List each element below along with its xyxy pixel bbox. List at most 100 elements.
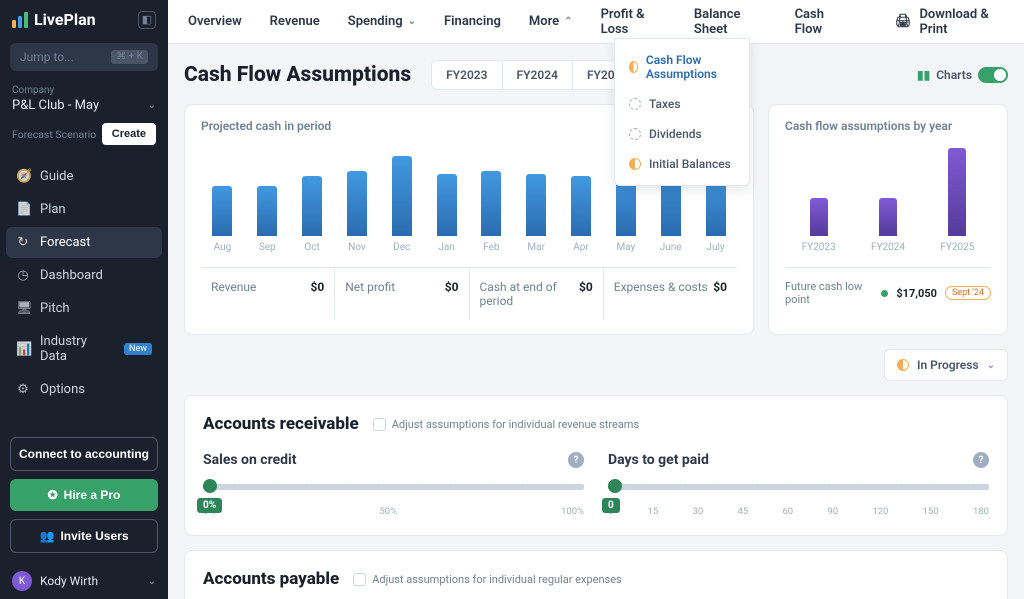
- scenario-row: Forecast Scenario Create: [0, 123, 168, 157]
- printer-icon: 🖨: [895, 14, 912, 29]
- half-circle-icon: [629, 158, 641, 170]
- user-menu[interactable]: K Kody Wirth ⌄: [0, 563, 168, 599]
- chart-label: FY2025: [940, 242, 974, 253]
- tab-spending[interactable]: Spending⌄: [344, 2, 420, 41]
- dd-dividends[interactable]: Dividends: [615, 119, 749, 149]
- slider-ticks: 01530456090120150180: [608, 506, 989, 517]
- half-circle-icon: [897, 359, 909, 371]
- slider-track[interactable]: 0: [608, 484, 989, 490]
- main: Overview Revenue Spending⌄ Financing Mor…: [168, 0, 1024, 599]
- nav-guide[interactable]: 🧭Guide: [6, 161, 162, 192]
- chart-bar: [347, 171, 367, 236]
- checkbox-icon: [373, 418, 386, 431]
- chevron-down-icon: ⌄: [408, 16, 416, 27]
- summary-net-profit: Net profit$0: [335, 268, 469, 320]
- slider-track[interactable]: 0%: [203, 484, 584, 490]
- chart-bar: [437, 174, 457, 236]
- plan-icon: 📄: [16, 202, 30, 217]
- tab-more[interactable]: More⌃: [525, 2, 577, 41]
- summary-expenses: Expenses & costs$0: [604, 268, 737, 320]
- charts-toggle[interactable]: ▮▮ Charts: [917, 67, 1008, 83]
- yearly-assumptions-chart: FY2023FY2024FY2025: [785, 143, 991, 253]
- nav-industry-data[interactable]: 📊Industry DataNew: [6, 326, 162, 372]
- connect-accounting-button[interactable]: Connect to accounting: [10, 437, 158, 471]
- slider-ticks: 0%50%100%: [203, 506, 584, 517]
- chart-label: Dec: [393, 242, 410, 253]
- chart-bar: [948, 148, 966, 236]
- page-title: Cash Flow Assumptions: [184, 63, 411, 87]
- hire-pro-button[interactable]: ✪Hire a Pro: [10, 479, 158, 511]
- nav-options[interactable]: ⚙Options: [6, 374, 162, 405]
- dd-taxes[interactable]: Taxes: [615, 89, 749, 119]
- chevron-down-icon: ⌄: [987, 360, 995, 371]
- year-tab-fy2023[interactable]: FY2023: [432, 61, 502, 89]
- year-tabs: FY2023 FY2024 FY2025: [431, 60, 643, 90]
- chart-bar: [392, 156, 412, 236]
- chevron-up-icon: ⌃: [564, 16, 572, 27]
- ap-individual-checkbox[interactable]: Adjust assumptions for individual regula…: [353, 573, 622, 586]
- checkbox-icon: [353, 573, 366, 586]
- star-icon: ✪: [48, 488, 58, 502]
- chart-label: May: [616, 242, 635, 253]
- tab-overview[interactable]: Overview: [184, 2, 246, 41]
- in-progress-button[interactable]: In Progress ⌄: [884, 349, 1008, 381]
- nav-dashboard[interactable]: ◷Dashboard: [6, 260, 162, 291]
- chart-label: Jan: [438, 242, 454, 253]
- yearly-assumptions-card: Cash flow assumptions by year FY2023FY20…: [768, 104, 1008, 335]
- help-icon[interactable]: ?: [973, 452, 989, 468]
- sliders-row: Sales on credit? 0% 0%50%100% Days to ge…: [203, 452, 989, 517]
- nav-plan[interactable]: 📄Plan: [6, 194, 162, 225]
- sidebar: LivePlan ◧ Jump to... ⌘ + K Company P&L …: [0, 0, 168, 599]
- nav-forecast[interactable]: ↻Forecast: [6, 227, 162, 258]
- summary-revenue: Revenue$0: [201, 268, 335, 320]
- chart-label: Apr: [573, 242, 589, 253]
- toggle-switch[interactable]: [978, 67, 1008, 83]
- collapse-sidebar-icon[interactable]: ◧: [138, 11, 156, 29]
- create-scenario-button[interactable]: Create: [102, 123, 156, 145]
- dashboard-icon: ◷: [16, 268, 30, 283]
- new-badge: New: [124, 343, 152, 355]
- company-selector[interactable]: P&L Club - May ⌄: [0, 96, 168, 123]
- nav-pitch[interactable]: 🖥Pitch: [6, 293, 162, 324]
- chart-bar: [257, 186, 277, 236]
- future-cash-low: Future cash low point $17,050 Sept '24: [785, 267, 991, 306]
- chart-label: Nov: [348, 242, 366, 253]
- chart-label: FY2023: [802, 242, 836, 253]
- invite-users-button[interactable]: 👥Invite Users: [10, 519, 158, 553]
- ar-individual-checkbox[interactable]: Adjust assumptions for individual revenu…: [373, 418, 639, 431]
- dd-initial-balances[interactable]: Initial Balances: [615, 149, 749, 179]
- year-tab-fy2024[interactable]: FY2024: [503, 61, 573, 89]
- section-header: Accounts receivable Adjust assumptions f…: [203, 414, 989, 434]
- section-title: Accounts payable: [203, 569, 339, 589]
- sales-on-credit-slider: Sales on credit? 0% 0%50%100%: [203, 452, 584, 517]
- download-print-button[interactable]: 🖨Download & Print: [891, 0, 1008, 49]
- chevron-down-icon: ⌄: [148, 576, 156, 587]
- avatar: K: [12, 571, 32, 591]
- half-circle-icon: [629, 61, 638, 73]
- tab-revenue[interactable]: Revenue: [266, 2, 324, 41]
- section-title: Accounts receivable: [203, 414, 359, 434]
- chart-label: Oct: [304, 242, 319, 253]
- content: Cash Flow Assumptions FY2023 FY2024 FY20…: [168, 44, 1024, 599]
- dd-cash-flow-assumptions[interactable]: Cash Flow Assumptions: [615, 45, 749, 89]
- search-input[interactable]: Jump to... ⌘ + K: [10, 43, 158, 71]
- people-icon: 👥: [40, 529, 55, 543]
- slider-thumb[interactable]: [608, 479, 622, 493]
- chevron-down-icon: ⌄: [148, 100, 156, 111]
- slider-value: 0: [602, 498, 620, 513]
- tab-cash-flow[interactable]: Cash Flow: [791, 0, 851, 49]
- user-name: Kody Wirth: [40, 574, 98, 588]
- slider-value: 0%: [197, 498, 222, 513]
- chart-title: Cash flow assumptions by year: [785, 119, 991, 133]
- logo[interactable]: LivePlan: [12, 10, 96, 29]
- accounts-payable-section: Accounts payable Adjust assumptions for …: [184, 550, 1008, 599]
- days-to-get-paid-slider: Days to get paid? 0 01530456090120150180: [608, 452, 989, 517]
- slider-thumb[interactable]: [203, 479, 217, 493]
- tab-financing[interactable]: Financing: [440, 2, 505, 41]
- progress-row: In Progress ⌄: [184, 349, 1008, 381]
- sidebar-header: LivePlan ◧: [0, 0, 168, 39]
- chart-bar: [810, 198, 828, 236]
- logo-bars-icon: [12, 12, 28, 28]
- charts-row: Projected cash in period AugSepOctNovDec…: [184, 104, 1008, 335]
- help-icon[interactable]: ?: [568, 452, 584, 468]
